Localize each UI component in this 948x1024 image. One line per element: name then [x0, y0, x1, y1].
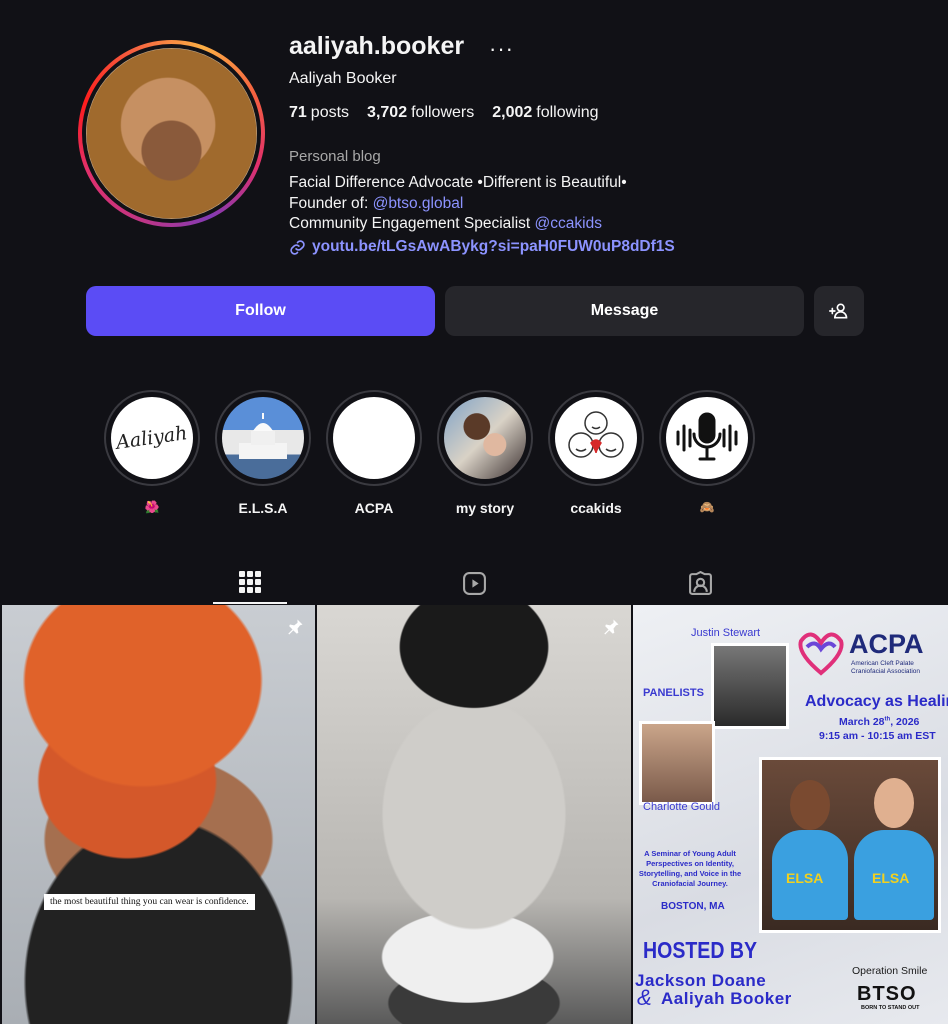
post-tile-acpa-flyer[interactable]: Justin Stewart PANELISTS ACPA American C… [633, 605, 948, 1024]
highlight-podcast[interactable]: 🙈 [659, 390, 755, 518]
flyer-sponsor-1: Operation Smile [852, 965, 928, 977]
highlight-signature[interactable]: Aaliyah 🌺 [104, 390, 200, 518]
highlight-cover [444, 397, 526, 479]
flyer-sponsor-2-tag: BORN TO STAND OUT [861, 1005, 920, 1011]
tab-tagged[interactable] [663, 562, 737, 604]
flyer-org-name-1: American Cleft Palate [851, 660, 914, 667]
acpa-logo-icon [798, 632, 844, 676]
post-tile[interactable] [2, 605, 315, 1024]
follow-button[interactable]: Follow [86, 286, 435, 336]
add-person-icon [829, 303, 848, 319]
flyer-org-name-2: Craniofacial Association [851, 668, 921, 675]
link-icon [290, 239, 305, 255]
highlight-acpa[interactable]: ACPA [326, 390, 422, 518]
pin-icon [604, 619, 619, 635]
bio-line-2: Founder of: @btso.global [289, 194, 464, 212]
highlight-cover [555, 397, 637, 479]
highlight-label: 🌺 [144, 500, 160, 514]
capitol-icon [239, 413, 287, 459]
flyer-panelist-name-2: Charlotte Gould [643, 801, 721, 813]
post-tile[interactable] [317, 605, 631, 1024]
highlight-cover [333, 397, 415, 479]
pin-icon [288, 619, 303, 635]
flyer-host-2: Aaliyah Booker [661, 989, 792, 1008]
bio-line-1: Facial Difference Advocate •Different is… [289, 174, 627, 191]
flyer-org-short: ACPA [849, 629, 924, 659]
bio-line-3: Community Engagement Specialist @ccakids [289, 215, 602, 232]
flyer-description: A Seminar of Young Adult Perspectives on… [638, 849, 742, 888]
panelist-photo [711, 643, 789, 729]
highlight-cover [666, 397, 748, 479]
reels-icon [462, 571, 486, 595]
highlight-my-story[interactable]: my story [437, 390, 533, 518]
host-head [874, 778, 914, 828]
profile-stats: 71 posts 3,702 followers 2,002 following [289, 104, 599, 122]
profile-link[interactable]: youtu.be/tLGsAwABykg?si=paH0FUW0uP8dDf1S [289, 238, 675, 256]
avatar-photo [86, 48, 257, 219]
grid-icon [239, 571, 261, 593]
tab-reels[interactable] [437, 562, 511, 604]
hosts-photo: ELSA ELSA [759, 757, 941, 933]
panelist-photo [639, 721, 715, 805]
posts-stat[interactable]: 71 posts [289, 104, 349, 122]
flyer-host-amp: & [637, 985, 652, 1010]
profile-bio: Facial Difference Advocate •Different is… [289, 173, 627, 235]
more-options-icon[interactable]: ··· [489, 36, 514, 62]
highlight-label: 🙈 [699, 500, 715, 514]
flyer-hosted-by: HOSTED BY [643, 937, 758, 963]
flyer-sponsor-2: BTSO [857, 983, 917, 1005]
suggested-accounts-button[interactable] [814, 286, 864, 336]
flyer-location: BOSTON, MA [661, 901, 725, 912]
tab-posts-grid[interactable] [213, 562, 287, 604]
flyer-date: March 28th, 2026 [839, 716, 920, 728]
tagged-icon [688, 570, 712, 595]
highlight-cover [222, 397, 304, 479]
highlight-label: ccakids [570, 500, 622, 516]
highlight-ccakids[interactable]: ccakids [548, 390, 644, 518]
signature-cover-text: Aaliyah [115, 422, 189, 454]
followers-stat[interactable]: 3,702 followers [367, 104, 474, 122]
highlight-elsa[interactable]: E.L.S.A [215, 390, 311, 518]
username: aaliyah.booker [289, 32, 465, 60]
highlight-label: E.L.S.A [238, 500, 288, 516]
message-button[interactable]: Message [445, 286, 804, 336]
post-photo [2, 605, 315, 1024]
kids-drawing-icon [568, 411, 624, 458]
flyer-panelists: PANELISTS [643, 687, 704, 699]
post-photo [317, 605, 631, 1024]
post-caption: the most beautiful thing you can wear is… [44, 894, 255, 910]
profile-category: Personal blog [289, 148, 381, 165]
flyer-host-1: Jackson Doane [635, 971, 767, 990]
mention-btso[interactable]: @btso.global [373, 195, 464, 212]
flyer-panelist-name: Justin Stewart [691, 627, 761, 639]
highlight-cover: Aaliyah [111, 397, 193, 479]
following-stat[interactable]: 2,002 following [492, 104, 598, 122]
microphone-icon [676, 412, 738, 461]
host-head [790, 780, 830, 830]
shirt-text: ELSA [786, 870, 824, 886]
highlight-label: my story [455, 500, 515, 516]
profile-avatar[interactable] [78, 40, 265, 227]
flyer-title: Advocacy as Healing [805, 693, 948, 710]
shirt-text: ELSA [872, 870, 910, 886]
mention-ccakids[interactable]: @ccakids [535, 215, 602, 232]
full-name: Aaliyah Booker [289, 70, 397, 87]
flyer-time: 9:15 am - 10:15 am EST [819, 730, 936, 742]
highlight-label: ACPA [354, 500, 394, 516]
